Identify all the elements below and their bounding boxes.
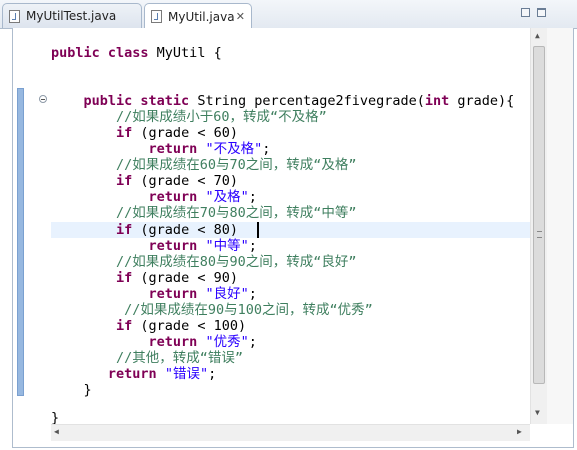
code-line[interactable]: return "错误"; (51, 366, 216, 382)
code-token: (grade < 90) (132, 270, 238, 286)
comment-token: //如果成绩在90与100之间，转成“优秀” (51, 302, 373, 318)
keyword-token: return (148, 334, 198, 350)
code-editor[interactable]: public class MyUtil { public static Stri… (12, 28, 574, 448)
scroll-up-icon[interactable]: ▲ (535, 31, 540, 40)
code-line[interactable]: public class MyUtil { (51, 45, 222, 61)
change-marker-bar (17, 88, 24, 396)
text-caret (257, 222, 259, 238)
minimize-icon[interactable] (521, 8, 530, 17)
string-token: "及格" (205, 189, 249, 205)
code-line[interactable]: return "优秀"; (51, 334, 257, 350)
keyword-token: if (116, 173, 133, 189)
java-file-icon (9, 9, 20, 23)
tab-myutiltest[interactable]: MyUtilTest.java (2, 3, 142, 28)
code-token: (grade < 70) (132, 173, 238, 189)
code-token: } (51, 382, 92, 398)
scroll-right-icon[interactable]: ▶ (517, 427, 522, 436)
keyword-token: return (148, 141, 198, 157)
code-line[interactable]: //如果成绩在80与90之间，转成“良好” (51, 254, 357, 270)
code-token: (grade < 60) (132, 125, 238, 141)
left-ruler (13, 28, 35, 424)
code-line[interactable]: return "中等"; (51, 238, 257, 254)
string-token: "错误" (164, 366, 209, 382)
code-line[interactable]: //如果成绩在90与100之间，转成“优秀” (51, 302, 373, 318)
code-token: (grade < 80) (132, 222, 238, 238)
keyword-token: return (107, 366, 157, 382)
keyword-token: public class (51, 45, 149, 61)
tab-myutil[interactable]: MyUtil.java ✕ (144, 3, 252, 29)
maximize-icon[interactable] (537, 8, 546, 17)
code-token: (grade < 100) (132, 318, 247, 334)
comment-token: //如果成绩小于60，转成“不及格” (51, 109, 327, 125)
overview-ruler (547, 28, 573, 424)
close-icon[interactable]: ✕ (236, 10, 245, 23)
comment-token: //如果成绩在60与70之间，转成“及格” (51, 157, 357, 173)
code-token: ; (248, 189, 257, 205)
code-line[interactable]: //其他，转成“错误” (51, 350, 243, 366)
vertical-scrollbar[interactable]: ▲ ▼ (530, 28, 547, 424)
keyword-token: public static (83, 93, 190, 109)
keyword-token: if (116, 222, 133, 238)
vertical-scroll-thumb[interactable] (533, 46, 545, 384)
code-token: grade){ (449, 93, 515, 109)
code-token: MyUtil { (148, 45, 222, 61)
code-line[interactable]: if (grade < 90) (51, 270, 238, 286)
code-token: ; (248, 286, 257, 302)
horizontal-scrollbar[interactable]: ◀ ▶ (51, 424, 530, 441)
code-token: ; (248, 334, 257, 350)
code-token: String percentage2fivegrade( (189, 93, 425, 109)
code-token: ; (208, 366, 217, 382)
code-line[interactable]: return "及格"; (51, 189, 257, 205)
code-token: ; (262, 141, 271, 157)
comment-token: //如果成绩在80与90之间，转成“良好” (51, 254, 357, 270)
code-line[interactable]: if (grade < 70) (51, 173, 238, 189)
string-token: "不及格" (205, 141, 263, 157)
collapse-icon[interactable] (39, 95, 47, 103)
keyword-token: if (116, 318, 133, 334)
code-line[interactable]: if (grade < 80) (51, 222, 238, 238)
grip-icon (537, 231, 542, 238)
code-line[interactable]: } (51, 382, 92, 398)
string-token: "中等" (205, 238, 249, 254)
keyword-token: if (116, 125, 133, 141)
code-line[interactable]: //如果成绩小于60，转成“不及格” (51, 109, 327, 125)
string-token: "优秀" (205, 334, 249, 350)
tab-label: MyUtil.java (168, 9, 235, 24)
keyword-token: int (424, 93, 450, 109)
code-line[interactable]: return "良好"; (51, 286, 257, 302)
keyword-token: if (116, 270, 133, 286)
code-line[interactable]: //如果成绩在60与70之间，转成“及格” (51, 157, 357, 173)
code-line[interactable]: public static String percentage2fivegrad… (51, 93, 515, 109)
editor-tab-bar: MyUtilTest.java MyUtil.java ✕ (0, 0, 577, 29)
keyword-token: return (148, 238, 198, 254)
scroll-down-icon[interactable]: ▼ (535, 408, 540, 417)
code-line[interactable]: if (grade < 100) (51, 318, 246, 334)
code-line[interactable]: if (grade < 60) (51, 125, 238, 141)
tab-label: MyUtilTest.java (26, 9, 117, 23)
code-line[interactable]: //如果成绩在70与80之间，转成“中等” (51, 205, 357, 221)
comment-token: //如果成绩在70与80之间，转成“中等” (51, 205, 357, 221)
keyword-token: return (148, 189, 198, 205)
comment-token: //其他，转成“错误” (51, 350, 244, 366)
code-token: ; (248, 238, 257, 254)
keyword-token: return (148, 286, 198, 302)
scroll-left-icon[interactable]: ◀ (54, 427, 59, 436)
java-file-icon (151, 10, 162, 23)
string-token: "良好" (205, 286, 249, 302)
code-line[interactable]: return "不及格"; (51, 141, 271, 157)
